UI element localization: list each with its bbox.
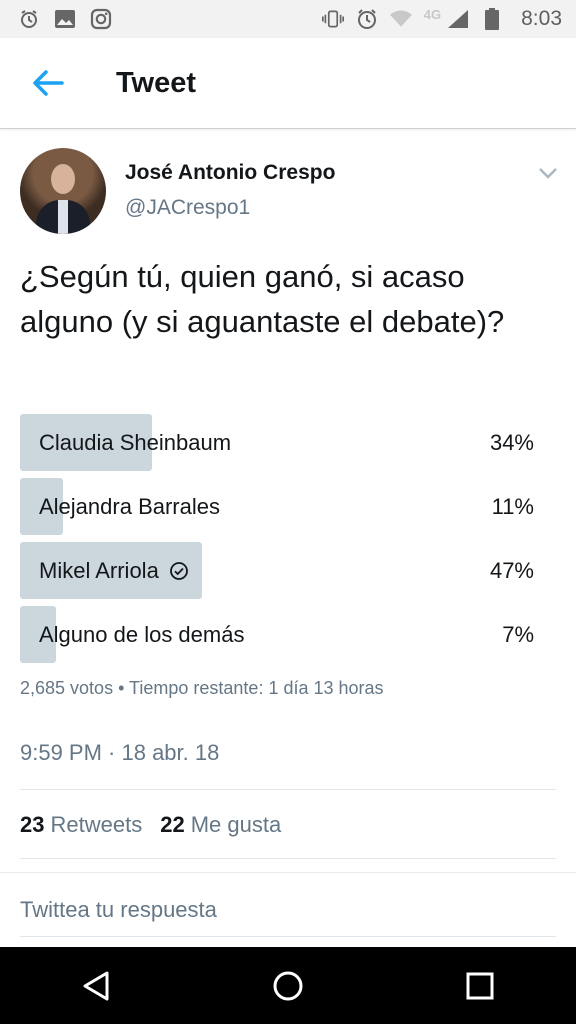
instagram-icon [90,8,112,30]
retweets-label: Retweets [50,812,143,837]
status-time: 8:03 [521,7,562,30]
divider [0,872,576,873]
tweet-timestamp[interactable]: 9:59 PM · 18 abr. 18 [20,740,219,766]
system-nav-bar [0,947,576,1024]
retweets-count: 23 [20,812,45,837]
network-type-label: 4G [423,6,442,22]
likes-stat[interactable]: 22 Me gusta [160,812,281,838]
avatar[interactable] [20,148,106,234]
reply-input[interactable] [20,884,556,937]
retweets-stat[interactable]: 23 Retweets [20,812,142,838]
poll: Claudia Sheinbaum 34% Alejandra Barrales… [20,414,538,670]
nav-back-button[interactable] [64,954,128,1018]
tweet-text: ¿Según tú, quien ganó, si acaso alguno (… [20,259,505,339]
app-header: Tweet [0,38,576,129]
nav-home-button[interactable] [256,954,320,1018]
recents-square-icon [466,972,494,999]
poll-option[interactable]: Mikel Arriola 47% [20,542,538,599]
alarm-icon [18,8,40,30]
poll-meta: 2,685 votos • Tiempo restante: 1 día 13 … [20,678,384,698]
alarm-icon [356,8,378,30]
poll-option[interactable]: Alejandra Barrales 11% [20,478,538,535]
battery-icon [481,8,503,30]
author-handle[interactable]: @JACrespo1 [125,196,250,220]
check-circle-icon [169,561,188,580]
likes-count: 22 [160,812,185,837]
divider [20,789,556,790]
poll-option[interactable]: Alguno de los demás 7% [20,606,538,663]
poll-option-percent: 11% [491,494,534,519]
arrow-left-icon [33,70,64,96]
poll-option-label: Alejandra Barrales [39,494,220,519]
tweet-menu-button[interactable] [538,166,558,180]
wifi-icon [389,8,412,30]
poll-option-percent: 7% [502,622,534,647]
tweet-stats: 23 Retweets 22 Me gusta [20,812,281,838]
tweet-author: José Antonio Crespo @JACrespo1 [20,148,560,238]
poll-option-percent: 34% [489,430,534,455]
poll-option-label: Mikel Arriola [39,558,159,583]
image-icon [54,8,76,30]
poll-option-percent: 47% [489,558,534,583]
home-circle-icon [273,971,303,1000]
back-button[interactable] [20,55,76,111]
back-triangle-icon [83,971,109,1000]
nav-recents-button[interactable] [448,954,512,1018]
signal-icon [447,8,469,30]
page-title: Tweet [116,66,197,99]
divider [20,858,556,859]
status-bar: 4G 8:03 [0,0,576,38]
author-name[interactable]: José Antonio Crespo [125,161,335,185]
poll-option-label: Claudia Sheinbaum [39,430,232,455]
chevron-down-icon [539,168,557,179]
poll-option-label: Alguno de los demás [39,622,245,647]
poll-option[interactable]: Claudia Sheinbaum 34% [20,414,538,471]
vibrate-icon [321,8,344,30]
likes-label: Me gusta [190,812,282,837]
